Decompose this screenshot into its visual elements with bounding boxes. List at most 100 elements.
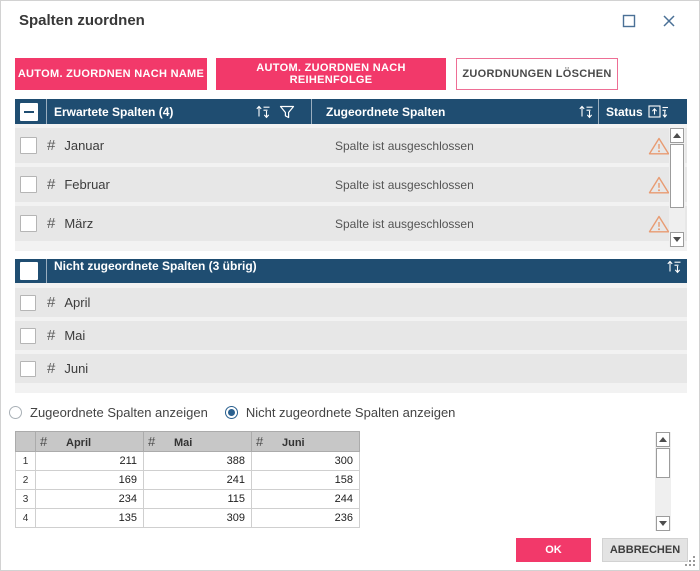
column-name: Februar (64, 177, 110, 192)
cell-value: 300 (251, 451, 360, 471)
close-icon (663, 15, 675, 27)
row-checkbox[interactable] (20, 215, 37, 232)
column-name: April (64, 295, 91, 310)
numeric-type-icon: # (47, 360, 56, 377)
mapped-status-text: Spalte ist ausgeschlossen (335, 216, 474, 231)
cell-value: 388 (143, 451, 252, 471)
maximize-icon (622, 14, 636, 28)
unmapped-columns-header: Nicht zugeordnete Spalten (3 übrig) (15, 259, 687, 283)
clear-mappings-button[interactable]: ZUORDNUNGEN LÖSCHEN (456, 58, 618, 90)
numeric-type-icon: # (47, 327, 56, 344)
scroll-down-button[interactable] (670, 232, 684, 247)
preview-column-header-april[interactable]: # April (35, 431, 144, 452)
warning-icon (648, 215, 670, 232)
preview-grid-scrollbar[interactable] (655, 432, 671, 531)
scroll-up-button[interactable] (670, 128, 684, 143)
row-number: 2 (15, 470, 36, 490)
column-name: März (64, 216, 94, 231)
auto-map-by-name-button[interactable]: AUTOM. ZUORDNEN NACH NAME (15, 58, 207, 90)
expected-columns-column-header[interactable]: Erwartete Spalten (4) (47, 99, 311, 124)
expected-columns-list: # Januar Spalte ist ausgeschlossen # Feb… (15, 124, 687, 251)
row-number: 1 (15, 451, 36, 471)
scrollbar-thumb[interactable] (670, 144, 684, 208)
expected-columns-label: Erwartete Spalten (4) (54, 104, 174, 119)
cell-value: 236 (251, 508, 360, 528)
resize-grip-icon[interactable] (685, 556, 696, 567)
expected-column-row-januar[interactable]: # Januar Spalte ist ausgeschlossen (15, 128, 687, 163)
row-number: 3 (15, 489, 36, 509)
map-columns-dialog: Spalten zuordnen AUTOM. ZUORDNEN NACH NA… (0, 0, 700, 571)
ok-button[interactable]: OK (516, 538, 591, 562)
show-unmapped-columns-radio[interactable]: Nicht zugeordnete Spalten anzeigen (224, 405, 455, 420)
preview-grid-row: 1 211 388 300 (15, 451, 360, 471)
sort-icon[interactable] (666, 259, 682, 274)
show-mapped-columns-radio[interactable]: Zugeordnete Spalten anzeigen (9, 405, 208, 420)
select-all-unmapped-checkbox[interactable] (15, 259, 47, 283)
row-checkbox[interactable] (20, 360, 36, 377)
auto-map-by-order-button[interactable]: AUTOM. ZUORDNEN NACH REIHENFOLGE (216, 58, 446, 90)
warning-icon (648, 176, 670, 193)
arrow-down-icon (659, 521, 667, 526)
scroll-down-button[interactable] (656, 516, 670, 531)
preview-data-grid: # April # Mai # Juni 1 211 388 300 2 169 24… (15, 431, 360, 528)
status-column-header[interactable]: Status (599, 99, 687, 124)
preview-column-header-mai[interactable]: # Mai (143, 431, 252, 452)
maximize-button[interactable] (619, 11, 639, 31)
warning-icon (648, 137, 670, 154)
cell-value: 115 (143, 489, 252, 509)
sort-icon[interactable] (255, 104, 271, 119)
row-checkbox[interactable] (20, 176, 37, 193)
arrow-down-icon (673, 237, 681, 242)
indeterminate-checkbox-icon (20, 102, 38, 121)
scroll-up-button[interactable] (656, 432, 670, 447)
status-label: Status (606, 104, 643, 119)
radio-unselected-icon (9, 406, 22, 419)
preview-column-header-juni[interactable]: # Juni (251, 431, 360, 452)
unmapped-columns-list: # April # Mai # Juni (15, 283, 687, 393)
row-checkbox[interactable] (20, 137, 37, 154)
mapped-columns-column-header[interactable]: Zugeordnete Spalten (312, 99, 598, 124)
status-sort-icon[interactable] (648, 104, 669, 119)
expected-list-scrollbar[interactable] (669, 128, 685, 247)
cancel-button[interactable]: ABBRECHEN (602, 538, 688, 562)
row-checkbox[interactable] (20, 294, 36, 311)
preview-grid-row: 2 169 241 158 (15, 470, 360, 490)
close-button[interactable] (659, 11, 679, 31)
unchecked-checkbox-icon (20, 262, 38, 280)
numeric-type-icon: # (47, 215, 56, 232)
numeric-type-icon: # (256, 434, 264, 449)
numeric-type-icon: # (148, 434, 156, 449)
row-checkbox[interactable] (20, 327, 36, 344)
row-number-header (15, 431, 36, 452)
unmapped-column-row-mai[interactable]: # Mai (15, 321, 687, 350)
sort-icon[interactable] (578, 104, 594, 119)
preview-view-options: Zugeordnete Spalten anzeigen Nicht zugeo… (9, 405, 455, 420)
cell-value: 135 (35, 508, 144, 528)
unmapped-columns-label: Nicht zugeordnete Spalten (3 übrig) (54, 259, 257, 273)
preview-grid-row: 3 234 115 244 (15, 489, 360, 509)
cell-value: 211 (35, 451, 144, 471)
numeric-type-icon: # (47, 176, 56, 193)
radio-label: Zugeordnete Spalten anzeigen (30, 405, 208, 420)
column-name: Juni (64, 361, 89, 376)
dialog-title: Spalten zuordnen (19, 12, 145, 29)
numeric-type-icon: # (47, 294, 56, 311)
cell-value: 309 (143, 508, 252, 528)
unmapped-column-row-juni[interactable]: # Juni (15, 354, 687, 383)
select-all-expected-checkbox[interactable] (15, 99, 47, 124)
numeric-type-icon: # (47, 137, 56, 154)
mapped-columns-label: Zugeordnete Spalten (326, 104, 446, 119)
unmapped-column-row-april[interactable]: # April (15, 288, 687, 317)
filter-icon[interactable] (279, 105, 295, 119)
expected-column-row-maerz[interactable]: # März Spalte ist ausgeschlossen (15, 206, 687, 241)
column-name: Januar (64, 138, 105, 153)
preview-grid-header-row: # April # Mai # Juni (15, 431, 360, 452)
scrollbar-thumb[interactable] (656, 448, 670, 478)
window-controls (619, 11, 679, 31)
radio-selected-icon (224, 406, 238, 419)
numeric-type-icon: # (40, 434, 48, 449)
preview-grid-row: 4 135 309 236 (15, 508, 360, 528)
cell-value: 244 (251, 489, 360, 509)
cell-value: 169 (35, 470, 144, 490)
expected-column-row-februar[interactable]: # Februar Spalte ist ausgeschlossen (15, 167, 687, 202)
